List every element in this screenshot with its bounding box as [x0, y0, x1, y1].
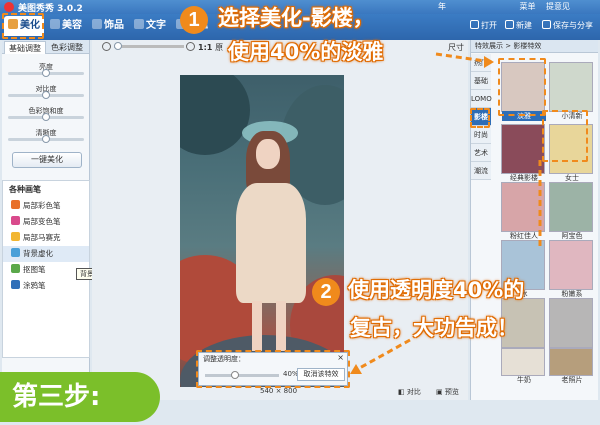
tab-text[interactable]: 文字	[130, 16, 170, 36]
save-icon	[542, 20, 551, 29]
beautify-tab-highlight	[2, 13, 44, 39]
effect-pink-tender[interactable]: 粉嫩系	[549, 240, 593, 298]
title-links: 菜单 提意见	[511, 1, 570, 12]
slider-thumb[interactable]	[42, 91, 50, 99]
step-three-banner: 第三步:	[0, 372, 160, 422]
step-two-marker: 2	[312, 278, 340, 306]
tab-basic-adjust[interactable]: 基础调整	[4, 41, 46, 54]
mosaic-icon	[11, 232, 20, 241]
effect-retro[interactable]	[549, 298, 593, 348]
new-button[interactable]: 新建	[505, 18, 532, 34]
left-panel: 基础调整 色彩调整 亮度 对比度 色彩饱和度 清晰度 一键美化 各种画笔 局部彩…	[2, 40, 90, 400]
menu-link[interactable]: 菜单	[519, 2, 535, 11]
compare-button[interactable]: ◧ 对比	[398, 387, 421, 397]
slider-saturation[interactable]: 色彩饱和度	[8, 106, 84, 121]
category-fashion[interactable]: 时尚	[471, 126, 491, 144]
effect-milk[interactable]: 牛奶	[501, 348, 545, 384]
brush-doodle[interactable]: 涂鸦笔	[3, 278, 89, 294]
slider-thumb[interactable]	[42, 135, 50, 143]
zoom-in-icon[interactable]	[186, 42, 195, 51]
one-key-beautify-button[interactable]: 一键美化	[12, 152, 82, 168]
color-brush-icon	[11, 200, 20, 209]
save-share-button[interactable]: 保存与分享	[542, 18, 593, 34]
face-icon	[50, 19, 60, 29]
open-button[interactable]: 打开	[470, 18, 497, 34]
brush-title: 各种画笔	[9, 185, 41, 194]
step-two-line2: 复古，大功告成！	[350, 316, 518, 340]
tab-decoration[interactable]: 饰品	[88, 16, 128, 36]
text-icon	[134, 19, 144, 29]
brush-local-color[interactable]: 局部彩色笔	[3, 198, 89, 214]
size-button[interactable]: 尺寸	[448, 42, 464, 53]
effect-pink-beauty[interactable]: 粉红佳人	[501, 182, 545, 240]
adjust-subtabs: 基础调整 色彩调整	[2, 40, 89, 54]
canvas-area: 1:1 原 尺寸 调整透明度： × 40% 取消该特效	[92, 40, 468, 400]
slider-track[interactable]	[8, 113, 84, 121]
preview-button[interactable]: ▣ 预览	[436, 387, 459, 397]
recolor-brush-icon	[11, 216, 20, 225]
brush-background-blur[interactable]: 背景虚化	[3, 246, 89, 262]
decoration-icon	[92, 19, 102, 29]
title-year-text: 年	[438, 2, 446, 11]
category-lomo[interactable]: LOMO	[471, 90, 492, 108]
slider-thumb[interactable]	[42, 113, 50, 121]
cutout-icon	[11, 264, 20, 273]
effect-old-photo[interactable]: 老照片	[549, 348, 593, 384]
zoom-out-icon[interactable]	[102, 42, 111, 51]
effect-abao[interactable]: 阿宝色	[549, 182, 593, 240]
category-hot[interactable]: 热门	[471, 54, 491, 72]
category-trend[interactable]: 潮流	[471, 162, 491, 180]
slider-sharpness[interactable]: 清晰度	[8, 128, 84, 143]
tab-face[interactable]: 美容	[46, 16, 86, 36]
slider-brightness[interactable]: 亮度	[8, 62, 84, 77]
slider-track[interactable]	[8, 91, 84, 99]
transparency-highlight	[196, 350, 350, 388]
slider-thumb[interactable]	[42, 69, 50, 77]
plus-icon	[505, 20, 514, 29]
category-art[interactable]: 艺术	[471, 144, 491, 162]
elegant-thumb-highlight	[498, 58, 546, 116]
step-one-marker: 1	[180, 6, 208, 34]
zoom-slider[interactable]	[114, 42, 184, 50]
tab-color-adjust[interactable]: 色彩调整	[46, 41, 88, 54]
zoom-ratio[interactable]: 1:1 原	[198, 42, 223, 53]
doodle-icon	[11, 280, 20, 289]
slider-track[interactable]	[8, 69, 84, 77]
slider-track[interactable]	[8, 135, 84, 143]
lady-thumb-highlight	[542, 110, 588, 162]
step-one-line2: 使用40%的淡雅	[228, 40, 384, 64]
effect-classic-studio[interactable]: 经典影楼	[501, 124, 545, 182]
effects-breadcrumb: 特效展示 > 影楼特效	[471, 40, 598, 53]
zoom-thumb[interactable]	[114, 42, 122, 50]
image-dimensions: 540 × 800	[260, 387, 298, 395]
folder-icon	[470, 20, 479, 29]
slider-contrast[interactable]: 对比度	[8, 84, 84, 99]
category-basic[interactable]: 基础	[471, 72, 491, 90]
app-logo-icon	[4, 2, 14, 12]
brush-local-recolor[interactable]: 局部变色笔	[3, 214, 89, 230]
feedback-link[interactable]: 提意见	[546, 2, 570, 11]
step-one-line1: 选择美化-影楼，	[218, 6, 374, 30]
studio-category-highlight	[470, 108, 490, 128]
edited-photo	[180, 75, 344, 387]
brush-local-mosaic[interactable]: 局部马赛克	[3, 230, 89, 246]
step-two-line1: 使用透明度40%的	[348, 278, 525, 302]
blur-icon	[11, 248, 20, 257]
effect-fresh[interactable]: 小清新	[549, 62, 593, 120]
